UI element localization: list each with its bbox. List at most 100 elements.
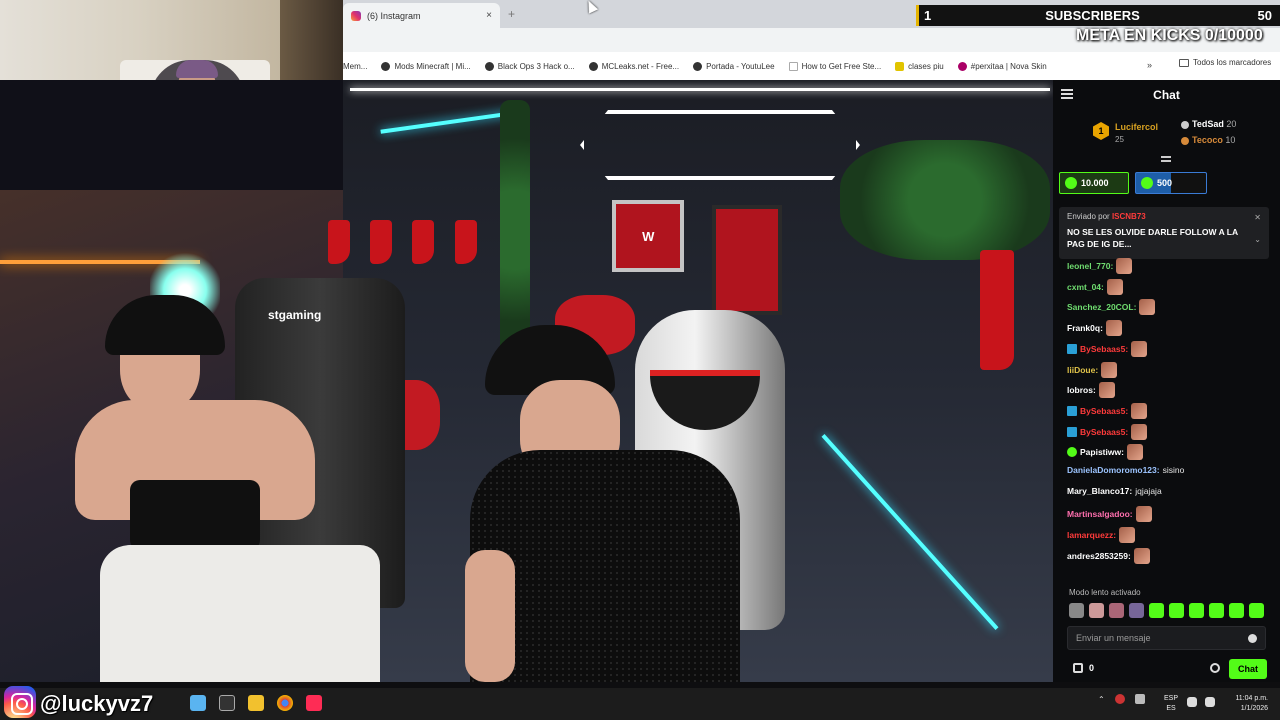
emote-button[interactable]	[1109, 603, 1124, 618]
tray-app-icon[interactable]	[1114, 694, 1125, 704]
leaderboard-entry-2[interactable]: TedSad 20	[1181, 119, 1236, 129]
emote-button[interactable]	[1169, 603, 1184, 618]
chat-message[interactable]: BySebaas5:	[1067, 423, 1148, 440]
chrome-icon[interactable]	[277, 695, 293, 711]
volume-icon[interactable]	[1205, 697, 1215, 707]
chat-message[interactable]: Martinsalgadoo:	[1067, 506, 1152, 523]
bookmark-label: Black Ops 3 Hack o...	[497, 61, 575, 71]
pinned-message[interactable]: Enviado por ISCNB73 NO SE LES OLVIDE DAR…	[1059, 207, 1269, 259]
gift-leaderboard: 1 Lucifercol 25 TedSad 20 Tecoco 10	[1053, 112, 1280, 154]
pinned-sent-by: Enviado por	[1067, 212, 1110, 221]
bookmark-item[interactable]: Mods Minecraft | Mi...	[381, 61, 471, 71]
chat-username[interactable]: lamarquezz:	[1067, 530, 1116, 540]
chat-message[interactable]: liiDoue:	[1067, 361, 1118, 378]
emoji-picker-icon[interactable]	[1248, 633, 1257, 643]
start-menu-icon[interactable]	[190, 695, 206, 711]
chat-message-input[interactable]: Enviar un mensaje	[1067, 626, 1266, 650]
christmas-garland-2	[500, 100, 530, 360]
chat-message[interactable]: Sanchez_20COL:	[1067, 299, 1156, 316]
medal-icon	[1181, 120, 1189, 129]
tiktok-icon[interactable]	[306, 695, 322, 711]
bookmark-item[interactable]: clases piu	[895, 61, 944, 71]
emote-button[interactable]	[1209, 603, 1224, 618]
leaderboard-name-1[interactable]: Lucifercol	[1115, 122, 1158, 132]
chat-message[interactable]: leonel_770:	[1067, 258, 1133, 274]
bookmark-favicon-icon	[788, 61, 798, 71]
emote-button[interactable]	[1249, 603, 1264, 618]
chat-username[interactable]: lobros:	[1067, 385, 1096, 395]
goal-pill-1[interactable]: 10.000	[1059, 172, 1129, 194]
chat-message[interactable]: Frank0q:	[1067, 320, 1122, 337]
tray-chevron-up-icon[interactable]: ⌃	[1098, 695, 1105, 704]
bookmark-item[interactable]: #perxitaa | Nova Skin	[957, 61, 1047, 71]
emote-button[interactable]	[1069, 603, 1084, 618]
stocking	[980, 250, 1014, 370]
goal-pill-2[interactable]: 500	[1135, 172, 1207, 194]
emote-button[interactable]	[1149, 603, 1164, 618]
new-tab-button[interactable]: +	[508, 7, 515, 21]
chat-username[interactable]: Martinsalgadoo:	[1067, 509, 1133, 519]
system-clock[interactable]: 11:04 p.m. 1/1/2026	[1226, 694, 1268, 714]
emote-button[interactable]	[1229, 603, 1244, 618]
emote-icon	[1101, 361, 1118, 378]
kicks-balance-icon[interactable]	[1073, 663, 1083, 673]
bookmark-item[interactable]: MCLeaks.net - Free...	[588, 61, 679, 71]
all-bookmarks-button[interactable]: Todos los marcadores	[1179, 58, 1271, 67]
chat-message[interactable]: BySebaas5:	[1067, 340, 1148, 357]
chat-username[interactable]: leonel_770:	[1067, 261, 1113, 271]
chat-username[interactable]: Papistiww:	[1080, 447, 1124, 457]
bookmark-item[interactable]: How to Get Free Ste...	[788, 61, 881, 71]
chat-username[interactable]: Sanchez_20COL:	[1067, 302, 1136, 312]
chat-username[interactable]: Mary_Blanco17:	[1067, 486, 1132, 496]
chat-text: jqjajaja	[1135, 485, 1162, 496]
gear-icon[interactable]	[1210, 663, 1220, 673]
bookmark-favicon-icon	[693, 61, 703, 71]
leaderboard-entry-3[interactable]: Tecoco 10	[1181, 135, 1235, 145]
emote-icon	[1106, 278, 1123, 295]
chat-username[interactable]: Frank0q:	[1067, 323, 1103, 333]
emote-icon	[1098, 382, 1115, 399]
unpin-icon[interactable]: ✕	[1254, 213, 1261, 222]
emote-button[interactable]	[1189, 603, 1204, 618]
expand-leaderboard-icon[interactable]	[1161, 156, 1171, 162]
bookmarks-overflow-button[interactable]: »	[1147, 60, 1152, 70]
chat-message[interactable]: lobros:	[1067, 382, 1115, 399]
chat-username[interactable]: andres2853259:	[1067, 551, 1131, 561]
bookmark-label: #perxitaa | Nova Skin	[970, 61, 1047, 71]
terminal-icon[interactable]	[219, 695, 235, 711]
chat-username[interactable]: BySebaas5:	[1080, 427, 1128, 437]
chat-message[interactable]: cxmt_04:	[1067, 278, 1123, 295]
microphone-icon[interactable]	[1134, 694, 1145, 704]
chat-message[interactable]: Papistiww:	[1067, 444, 1143, 461]
bookmark-item[interactable]: Mem...	[343, 62, 367, 71]
bookmark-favicon-icon	[895, 61, 905, 71]
chevron-down-icon[interactable]: ⌄	[1254, 235, 1261, 244]
bookmarks-bar: Mem... Mods Minecraft | Mi... Black Ops 3 …	[343, 52, 1280, 80]
send-chat-button[interactable]: Chat	[1229, 659, 1267, 679]
chat-username[interactable]: cxmt_04:	[1067, 282, 1104, 292]
file-explorer-icon[interactable]	[248, 695, 264, 711]
chat-username[interactable]: DanielaDomoromo123:	[1067, 465, 1160, 475]
emote-icon	[1131, 423, 1148, 440]
leaderboard-count-1: 25	[1115, 135, 1124, 144]
stream-video[interactable]: W stgaming	[0, 80, 1053, 682]
bookmark-item[interactable]: Portada - YoutuLee	[693, 61, 775, 71]
chat-username[interactable]: liiDoue:	[1067, 365, 1098, 375]
chat-message[interactable]: DanielaDomoromo123: sisino	[1067, 465, 1184, 475]
wifi-icon[interactable]	[1187, 697, 1197, 707]
bookmark-item[interactable]: Black Ops 3 Hack o...	[484, 61, 575, 71]
goal-value-2: 500	[1157, 178, 1173, 188]
emote-button[interactable]	[1089, 603, 1104, 618]
chat-message[interactable]: andres2853259:	[1067, 547, 1150, 564]
chat-username[interactable]: BySebaas5:	[1080, 344, 1128, 354]
emote-button[interactable]	[1129, 603, 1144, 618]
language-code: ESP	[1164, 695, 1179, 702]
chat-message[interactable]: lamarquezz:	[1067, 527, 1136, 544]
chat-message[interactable]: Mary_Blanco17: jqjajaja	[1067, 486, 1162, 496]
tab-title: (6) Instagram	[367, 10, 421, 21]
chat-username[interactable]: BySebaas5:	[1080, 406, 1128, 416]
close-tab-icon[interactable]: ×	[486, 10, 492, 21]
tab-instagram[interactable]: (6) Instagram ×	[343, 3, 500, 28]
language-indicator[interactable]: ESP ES	[1164, 694, 1178, 714]
chat-message[interactable]: BySebaas5:	[1067, 402, 1148, 419]
